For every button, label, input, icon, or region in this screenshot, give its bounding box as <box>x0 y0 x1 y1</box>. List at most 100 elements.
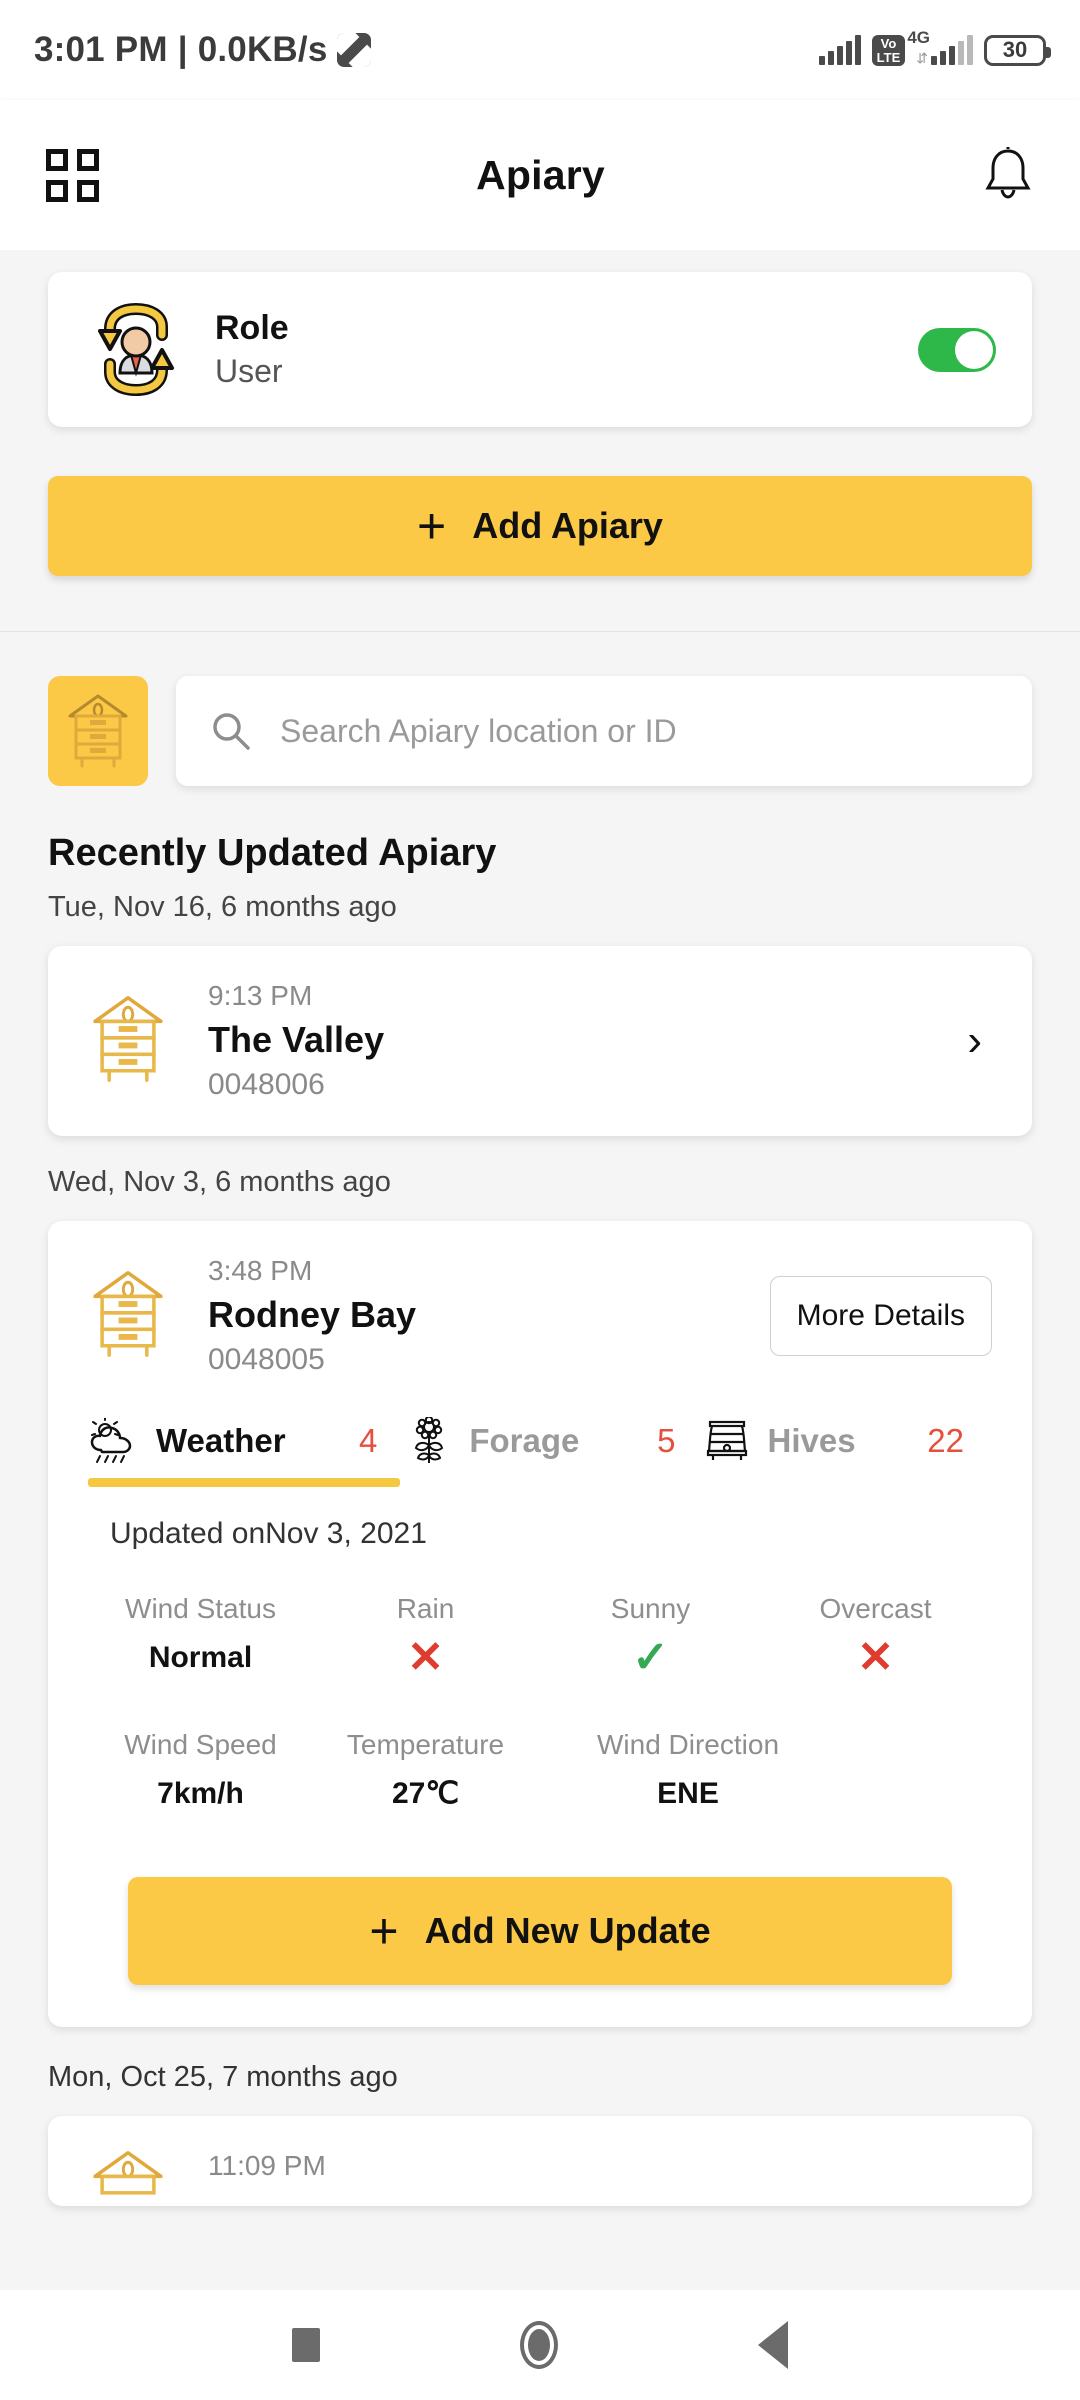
role-switch-icon <box>84 297 189 402</box>
apiary-time: 9:13 PM <box>208 980 313 1011</box>
apiary-name: The Valley <box>208 1019 385 1060</box>
beehive-icon <box>88 1266 174 1367</box>
apiary-id: 0048006 <box>208 1068 325 1101</box>
weather-key: Overcast <box>819 1593 932 1624</box>
role-card[interactable]: Role User <box>48 272 1032 427</box>
scroll-content[interactable]: Role User + Add Apiary Search Apiary loc… <box>0 250 1080 2290</box>
search-placeholder: Search Apiary location or ID <box>280 712 677 749</box>
weather-key: Wind Speed <box>124 1729 277 1760</box>
apiary-card-partial[interactable]: 11:09 PM <box>48 2116 1032 2206</box>
weather-value: ENE <box>657 1777 719 1810</box>
detail-tabs: Weather 4 Forage 5 Hives 22 <box>88 1417 992 1487</box>
check-icon: ✓ <box>632 1633 669 1682</box>
circle-home-icon[interactable] <box>520 2321 558 2369</box>
apiary-id: 0048005 <box>208 1343 325 1376</box>
section-divider <box>0 631 1080 632</box>
weather-row-2: Wind Speed 7km/h Temperature 27℃ Wind Di… <box>88 1725 992 1823</box>
battery-level-label: 30 <box>1002 37 1028 62</box>
chevron-right-icon[interactable]: › <box>967 1019 992 1063</box>
group-date-3: Mon, Oct 25, 7 months ago <box>48 2061 398 2093</box>
weather-cell-wind-status: Wind Status Normal <box>88 1589 313 1687</box>
weather-value: 7km/h <box>157 1777 244 1810</box>
battery-icon: 30 <box>984 34 1051 66</box>
tab-weather-count: 4 <box>359 1422 378 1459</box>
beehive-icon <box>88 991 174 1092</box>
weather-key: Temperature <box>346 1729 505 1760</box>
status-bar-left: 3:01 PM | 0.0KB/s <box>34 30 372 70</box>
bell-icon[interactable] <box>982 145 1034 206</box>
tab-hives-count: 22 <box>927 1422 964 1459</box>
volte-icon: Vo LTE <box>871 34 906 66</box>
section-heading: Recently Updated Apiary <box>48 832 497 874</box>
apiary-time: 11:09 PM <box>208 2150 326 2181</box>
search-row: Search Apiary location or ID <box>48 676 1032 786</box>
forage-flower-icon <box>415 1417 444 1463</box>
weather-value: Normal <box>148 1641 253 1674</box>
data-arrows-icon: ⇵ <box>916 50 928 66</box>
square-recents-icon[interactable] <box>292 2328 320 2362</box>
role-toggle[interactable] <box>918 327 996 372</box>
apiary-card-the-valley[interactable]: 9:13 PM The Valley 0048006 › <box>48 946 1032 1136</box>
volte-bottom-label: LTE <box>876 49 901 65</box>
apiary-header: 3:48 PM Rodney Bay 0048005 More Details <box>88 1251 992 1381</box>
apiary-info: 3:48 PM Rodney Bay 0048005 <box>208 1251 770 1381</box>
add-apiary-label: Add Apiary <box>472 505 663 546</box>
add-new-update-button[interactable]: + Add New Update <box>128 1877 952 1985</box>
updated-on-label: Updated onNov 3, 2021 <box>110 1517 427 1550</box>
beehive-icon[interactable] <box>48 676 148 786</box>
status-bar-right: Vo LTE ⇵ 4G 30 <box>818 28 1051 66</box>
apiary-info: 9:13 PM The Valley 0048006 <box>208 976 967 1106</box>
status-bar: 3:01 PM | 0.0KB/s Vo LTE ⇵ 4G 30 <box>0 0 1080 100</box>
plus-icon: + <box>417 498 447 554</box>
add-new-update-label: Add New Update <box>424 1910 711 1951</box>
weather-key: Rain <box>396 1593 455 1624</box>
grid-menu-icon[interactable] <box>46 148 99 202</box>
group-date-2: Wed, Nov 3, 6 months ago <box>48 1166 391 1198</box>
tab-forage[interactable]: Forage 5 <box>405 1417 703 1487</box>
apiary-time: 3:48 PM <box>208 1255 313 1286</box>
search-input[interactable]: Search Apiary location or ID <box>176 676 1032 786</box>
weather-cell-sunny: Sunny ✓ <box>538 1589 763 1687</box>
android-nav-bar <box>0 2290 1080 2400</box>
search-icon <box>213 713 250 750</box>
tab-forage-label: Forage <box>469 1422 580 1459</box>
role-text-group: Role User <box>215 307 918 393</box>
apiary-card-rodney-bay[interactable]: 3:48 PM Rodney Bay 0048005 More Details … <box>48 1221 1032 2027</box>
status-net-speed: 0.0KB/s <box>197 30 328 69</box>
weather-cell-wind-direction: Wind Direction ENE <box>538 1725 838 1823</box>
volte-top-label: Vo <box>880 35 897 51</box>
phone-screen: 3:01 PM | 0.0KB/s Vo LTE ⇵ 4G 30 Apiary <box>0 0 1080 2400</box>
weather-cell-temperature: Temperature 27℃ <box>313 1725 538 1823</box>
weather-key: Sunny <box>610 1593 691 1624</box>
add-apiary-button[interactable]: + Add Apiary <box>48 476 1032 576</box>
tab-weather-label: Weather <box>156 1422 286 1459</box>
weather-cell-rain: Rain ✕ <box>313 1589 538 1687</box>
status-clock: 3:01 PM <box>34 30 168 69</box>
weather-value: 27℃ <box>391 1777 460 1810</box>
tab-hives-label: Hives <box>767 1422 856 1459</box>
status-separator: | <box>177 30 188 69</box>
weather-key: Wind Direction <box>596 1729 780 1760</box>
more-details-button[interactable]: More Details <box>769 1276 992 1356</box>
app-bar: Apiary <box>0 100 1080 250</box>
weather-cell-overcast: Overcast ✕ <box>763 1589 988 1687</box>
tab-hives[interactable]: Hives 22 <box>703 1417 992 1487</box>
tab-weather[interactable]: Weather 4 <box>88 1417 405 1487</box>
weather-cloud-sun-rain-icon <box>90 1418 132 1463</box>
data-transfer-icon <box>337 33 372 67</box>
role-title: Role <box>215 308 289 347</box>
hives-box-icon <box>707 1420 748 1460</box>
triangle-back-icon[interactable] <box>758 2321 788 2369</box>
cross-icon: ✕ <box>857 1633 894 1682</box>
weather-key: Wind Status <box>125 1593 276 1624</box>
group-date-1: Tue, Nov 16, 6 months ago <box>48 891 397 923</box>
weather-cell-wind-speed: Wind Speed 7km/h <box>88 1725 313 1823</box>
plus-icon: + <box>369 1903 399 1959</box>
cross-icon: ✕ <box>407 1633 444 1682</box>
role-value: User <box>215 352 283 389</box>
apiary-name: Rodney Bay <box>208 1294 417 1335</box>
beehive-icon <box>88 2146 174 2206</box>
network-type-label: 4G <box>907 28 930 47</box>
apiary-info: 11:09 PM <box>208 2146 992 2186</box>
signal-bars-secondary-icon <box>931 35 973 65</box>
